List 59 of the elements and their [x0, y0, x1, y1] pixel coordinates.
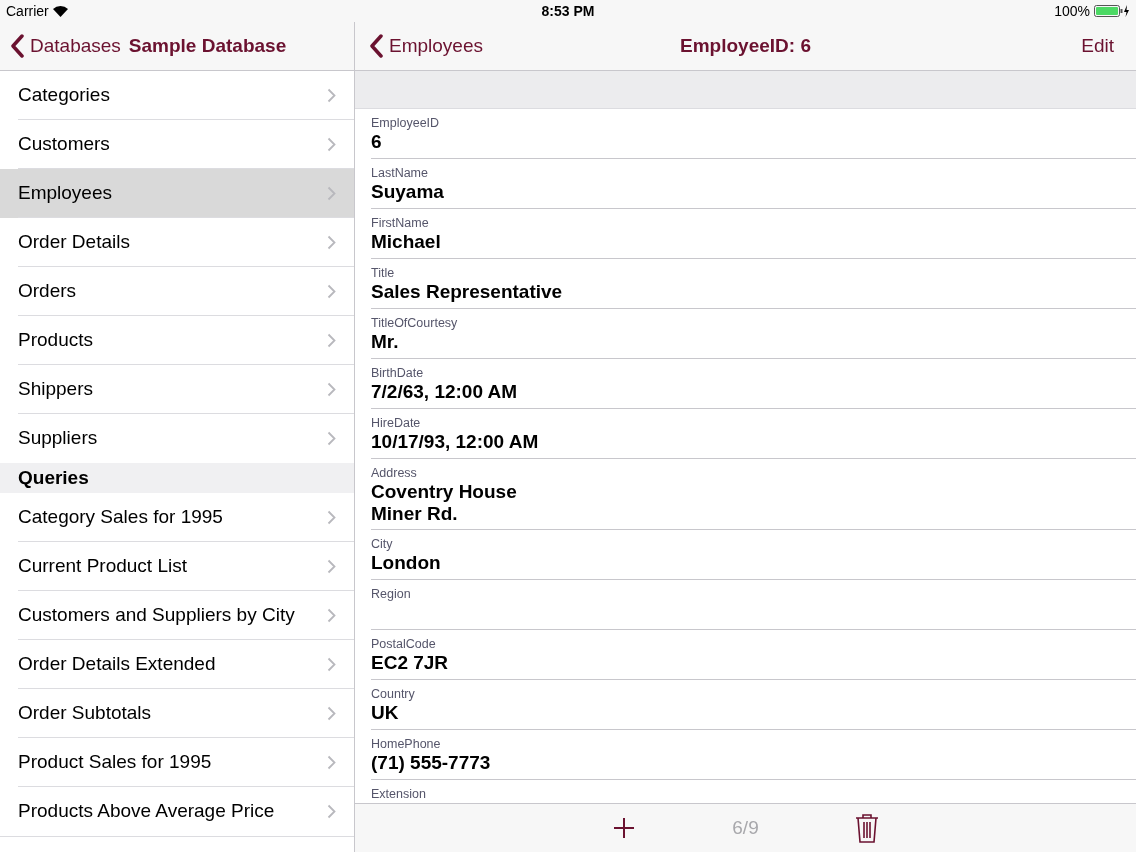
- detail-title: EmployeeID: 6: [680, 33, 811, 58]
- plus-icon: [612, 817, 635, 839]
- chevron-right-icon: [327, 283, 336, 299]
- field-label: Title: [371, 266, 396, 281]
- list-row[interactable]: Employees: [0, 169, 354, 218]
- chevron-right-icon: [327, 136, 336, 152]
- field-label: HomePhone: [371, 737, 442, 752]
- field-label: Country: [371, 687, 416, 702]
- back-chevron-icon: [369, 34, 383, 58]
- chevron-right-icon: [327, 656, 336, 672]
- field-label: Region: [371, 587, 412, 602]
- chevron-right-icon: [327, 381, 336, 397]
- field-value: (71) 555-7773: [371, 752, 492, 774]
- field-label: LastName: [371, 166, 429, 181]
- field-value: 7/2/63, 12:00 AM: [371, 381, 519, 403]
- edit-button[interactable]: Edit: [1081, 31, 1122, 61]
- chevron-right-icon: [327, 431, 336, 446]
- wifi-icon: [52, 5, 68, 17]
- chevron-right-icon: [327, 332, 336, 348]
- chevron-right-icon: [327, 185, 336, 201]
- field-value: London: [371, 552, 442, 574]
- field-value: 6: [371, 131, 383, 153]
- field-label: BirthDate: [371, 366, 425, 381]
- nav-title: Sample Database: [128, 33, 287, 58]
- field-value: Coventry House: [371, 481, 518, 503]
- field-value: Suyama: [371, 181, 445, 203]
- field-label: HireDate: [371, 416, 422, 431]
- field-value: Miner Rd.: [371, 503, 459, 525]
- chevron-right-icon: [327, 558, 336, 574]
- field-value: EC2 7JR: [371, 652, 450, 674]
- field-label: TitleOfCourtesy: [371, 316, 459, 331]
- chevron-right-icon: [327, 509, 336, 525]
- chevron-right-icon: [327, 705, 336, 721]
- chevron-right-icon: [327, 804, 336, 819]
- clock-time: 8:53 PM: [541, 1, 595, 21]
- chevron-right-icon: [327, 87, 336, 103]
- carrier-label: Carrier: [6, 1, 49, 21]
- field-value: UK: [371, 702, 400, 724]
- databases-back-button[interactable]: Databases: [10, 31, 121, 61]
- field-label: FirstName: [371, 216, 430, 231]
- field-value: Mr.: [371, 331, 400, 353]
- battery-icon: [1094, 5, 1130, 17]
- field-label: Extension: [371, 787, 427, 802]
- field-label: Address: [371, 466, 418, 481]
- chevron-right-icon: [327, 607, 336, 623]
- field-label: PostalCode: [371, 637, 437, 652]
- field-value: 10/17/93, 12:00 AM: [371, 431, 540, 453]
- field-label: EmployeeID: [371, 116, 441, 131]
- record-position: 6/9: [732, 815, 759, 840]
- chevron-right-icon: [327, 234, 336, 250]
- trash-icon: [855, 813, 880, 843]
- back-chevron-icon: [10, 34, 24, 58]
- battery-percent: 100%: [1054, 1, 1090, 21]
- chevron-right-icon: [327, 754, 336, 770]
- section-header: Queries: [0, 463, 354, 493]
- field-label: City: [371, 537, 394, 552]
- field-value: Sales Representative: [371, 281, 564, 303]
- employees-back-button[interactable]: Employees: [369, 31, 483, 61]
- field-value: Michael: [371, 231, 442, 253]
